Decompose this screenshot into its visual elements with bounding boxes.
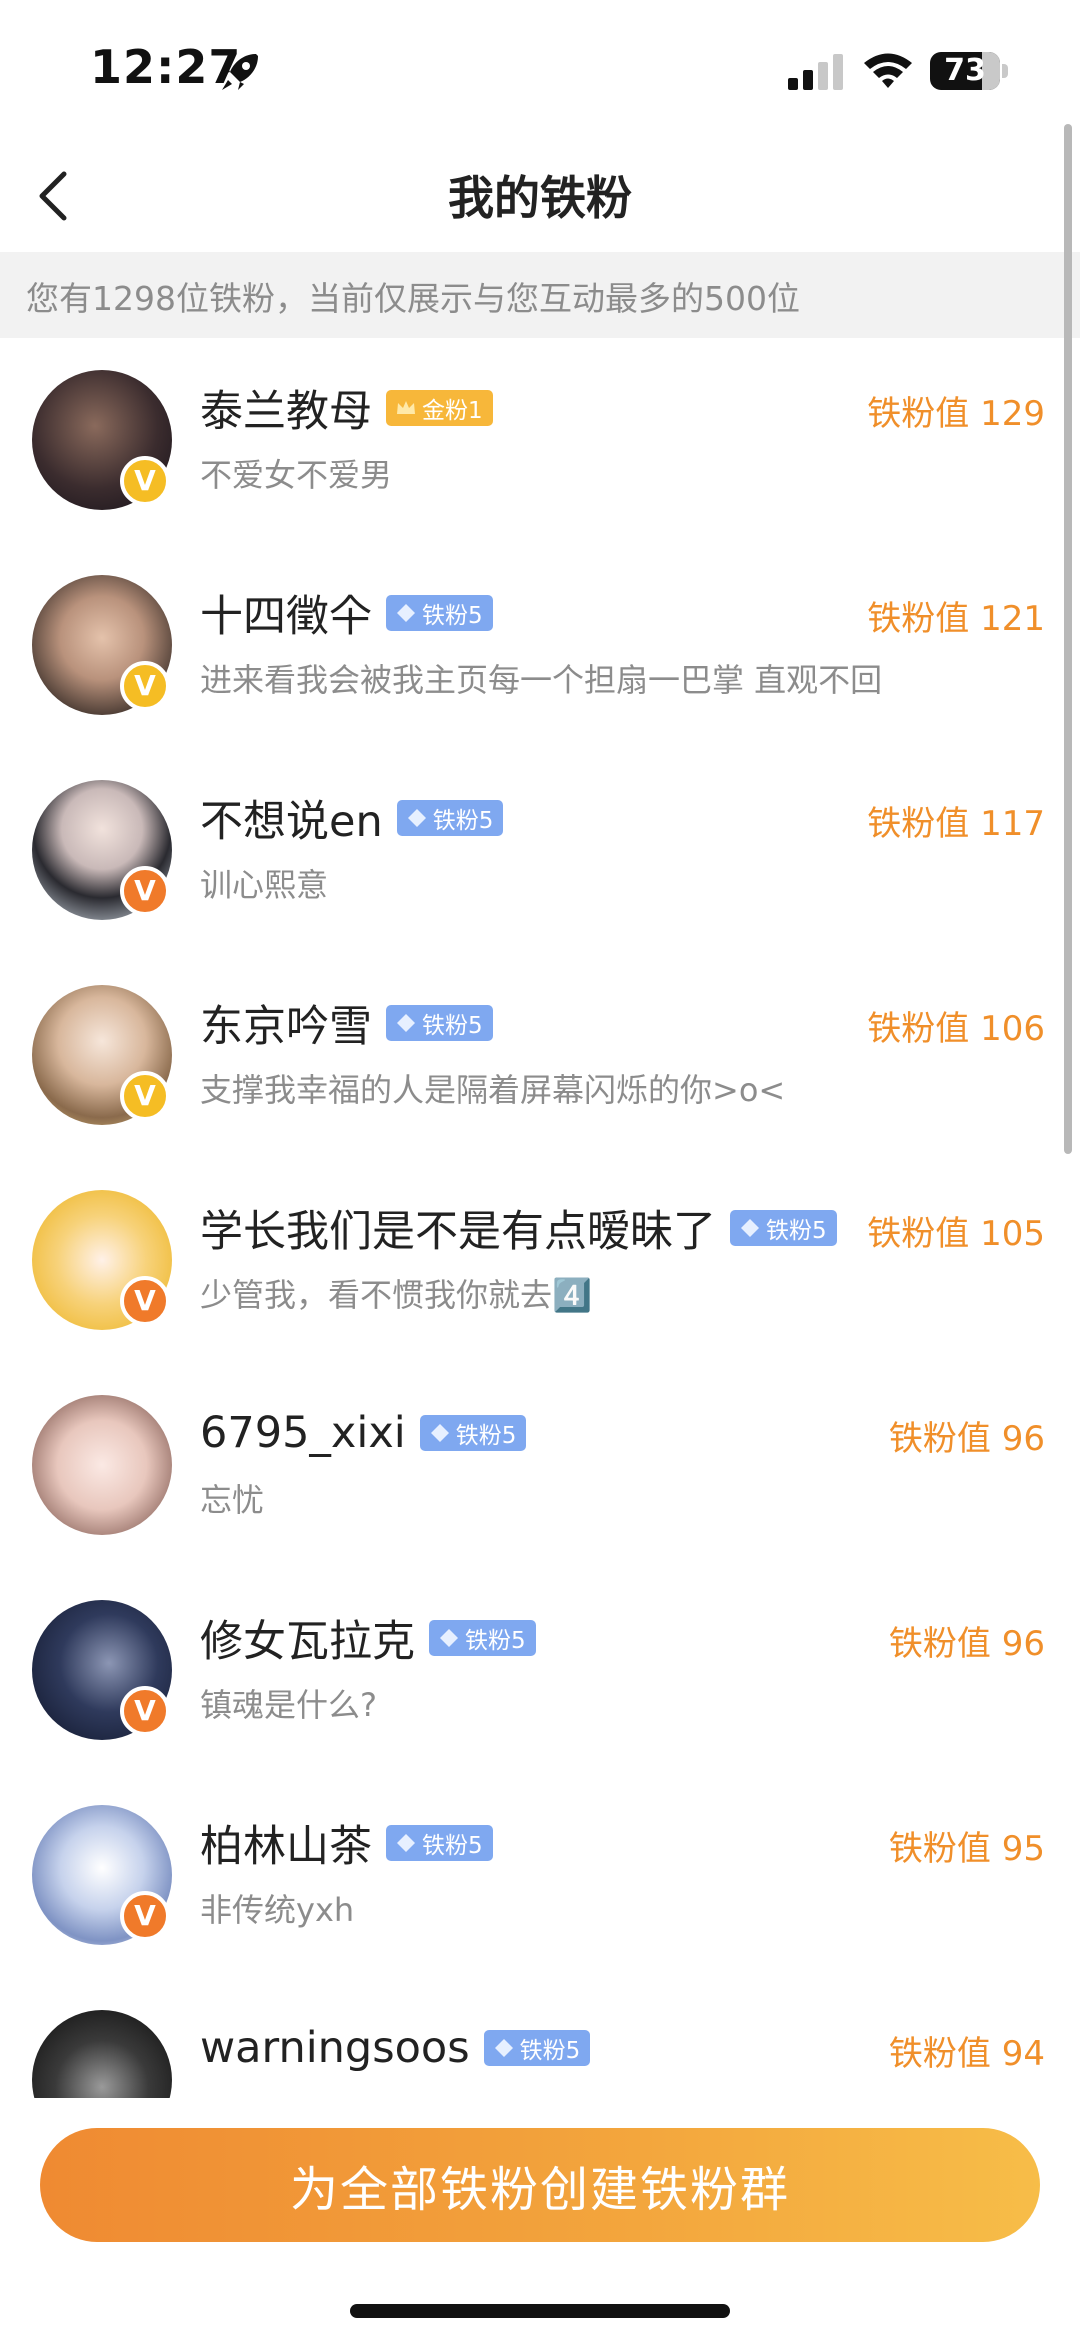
diamond-icon: [407, 809, 426, 827]
fan-row[interactable]: V 泰兰教母 金粉1 不爱女不爱男 铁粉值 129: [0, 338, 1080, 543]
fan-row[interactable]: V 修女瓦拉克 铁粉5 镇魂是什么? 铁粉值 96: [0, 1568, 1080, 1773]
fan-row[interactable]: warningsoos 铁粉5 铁粉值 94: [0, 1978, 1080, 2098]
fan-level-badge: 铁粉5: [419, 1415, 527, 1451]
bottom-action-area: 为全部铁粉创建铁粉群: [0, 2098, 1080, 2338]
fan-row[interactable]: 6795_xixi 铁粉5 忘忧 铁粉值 96: [0, 1363, 1080, 1568]
fan-bio: 少管我，看不惯我你就去4️⃣: [200, 1276, 592, 1314]
diamond-icon: [741, 1219, 759, 1237]
diamond-icon: [397, 604, 415, 622]
fan-score: 铁粉值 129: [867, 394, 1045, 434]
fan-bio: 非传统yxh: [200, 1891, 355, 1929]
home-indicator[interactable]: [350, 2304, 730, 2318]
fan-name: 6795_xixi: [200, 1408, 406, 1458]
crown-icon: [397, 401, 415, 414]
fan-level-badge: 铁粉5: [429, 1620, 536, 1656]
fan-level-badge: 铁粉5: [730, 1210, 837, 1246]
fan-score: 铁粉值 106: [867, 1009, 1045, 1049]
battery-level: 73: [944, 53, 986, 88]
diamond-icon: [440, 1629, 458, 1647]
fan-level-label: 铁粉5: [432, 808, 494, 834]
avatar[interactable]: [32, 2010, 172, 2098]
fan-level-badge: 铁粉5: [386, 1825, 493, 1861]
fan-row[interactable]: V 东京吟雪 铁粉5 支撑我幸福的人是隔着屏幕闪烁的你>o< 铁粉值 106: [0, 953, 1080, 1158]
fan-level-badge: 铁粉5: [386, 1005, 493, 1041]
fan-name: 泰兰教母: [200, 387, 372, 437]
fan-row[interactable]: V 柏林山茶 铁粉5 非传统yxh 铁粉值 95: [0, 1773, 1080, 1978]
signal-icon: [788, 54, 843, 90]
fan-bio: 支撑我幸福的人是隔着屏幕闪烁的你>o<: [200, 1071, 786, 1109]
fan-bio: 忘忧: [200, 1481, 265, 1519]
fan-score: 铁粉值 96: [888, 1624, 1045, 1664]
fan-score: 铁粉值 96: [888, 1419, 1045, 1459]
fan-level-badge: 铁粉5: [396, 800, 504, 836]
fan-name: 十四徵仐: [200, 592, 372, 642]
page-title: 我的铁粉: [448, 171, 632, 225]
verified-v-icon: V: [120, 1071, 170, 1121]
fan-bio: 不爱女不爱男: [200, 456, 393, 494]
fan-level-label: 铁粉5: [422, 1833, 483, 1859]
verified-v-icon: V: [120, 1686, 170, 1736]
fan-score: 铁粉值 94: [888, 2034, 1045, 2074]
fan-level-label: 铁粉5: [465, 1628, 526, 1654]
battery-indicator: 73: [930, 52, 1008, 90]
fan-level-label: 铁粉5: [766, 1218, 827, 1244]
fan-name: 不想说en: [200, 797, 383, 847]
fan-score: 铁粉值 121: [867, 599, 1045, 639]
verified-v-icon: V: [120, 1276, 170, 1326]
verified-v-icon: V: [120, 661, 170, 711]
verified-v-icon: V: [120, 866, 170, 916]
scrollbar[interactable]: [1064, 124, 1072, 1154]
fan-score: 铁粉值 95: [888, 1829, 1045, 1869]
fan-name: 学长我们是不是有点暧昧了: [200, 1207, 716, 1257]
verified-v-icon: V: [120, 1891, 170, 1941]
fan-bio: 进来看我会被我主页每一个担扇一巴掌 直观不回: [200, 661, 883, 699]
fan-level-badge: 金粉1: [386, 390, 493, 426]
fan-level-label: 铁粉5: [422, 603, 483, 629]
fan-score: 铁粉值 105: [867, 1214, 1045, 1254]
fan-level-label: 铁粉5: [422, 1013, 483, 1039]
fan-bio: 镇魂是什么?: [200, 1686, 377, 1724]
verified-v-icon: V: [120, 456, 170, 506]
notice-text: 您有1298位铁粉，当前仅展示与您互动最多的500位: [26, 279, 800, 318]
fan-bio: 训心熙意: [200, 866, 329, 904]
avatar[interactable]: [32, 1395, 172, 1535]
status-bar: 12:27 73: [0, 0, 1080, 140]
fan-row[interactable]: V 学长我们是不是有点暧昧了 铁粉5 少管我，看不惯我你就去4️⃣ 铁粉值 10…: [0, 1158, 1080, 1363]
diamond-icon: [397, 1834, 415, 1852]
fan-level-label: 铁粉5: [519, 2038, 581, 2064]
fan-level-badge: 铁粉5: [386, 595, 493, 631]
fan-row[interactable]: V 十四徵仐 铁粉5 进来看我会被我主页每一个担扇一巴掌 直观不回 铁粉值 12…: [0, 543, 1080, 748]
fan-name: warningsoos: [200, 2023, 470, 2073]
fan-name: 修女瓦拉克: [200, 1617, 415, 1667]
fan-level-label: 金粉1: [422, 398, 483, 424]
fan-score: 铁粉值 117: [867, 804, 1045, 844]
fan-level-badge: 铁粉5: [483, 2030, 591, 2066]
fan-name: 柏林山茶: [200, 1822, 372, 1872]
nav-bar: 我的铁粉: [0, 140, 1080, 252]
fan-list: V 泰兰教母 金粉1 不爱女不爱男 铁粉值 129 V 十四徵仐 铁粉5 进来看…: [0, 338, 1080, 2098]
diamond-icon: [397, 1014, 415, 1032]
fans-notice-banner: 您有1298位铁粉，当前仅展示与您互动最多的500位: [0, 252, 1080, 338]
fan-row[interactable]: V 不想说en 铁粉5 训心熙意 铁粉值 117: [0, 748, 1080, 953]
fan-name: 东京吟雪: [200, 1002, 372, 1052]
rocket-icon: [222, 54, 258, 90]
diamond-icon: [494, 2039, 513, 2057]
create-fan-group-button[interactable]: 为全部铁粉创建铁粉群: [40, 2128, 1040, 2242]
wifi-icon: [864, 53, 912, 88]
diamond-icon: [430, 1424, 449, 1442]
fan-level-label: 铁粉5: [455, 1423, 517, 1449]
